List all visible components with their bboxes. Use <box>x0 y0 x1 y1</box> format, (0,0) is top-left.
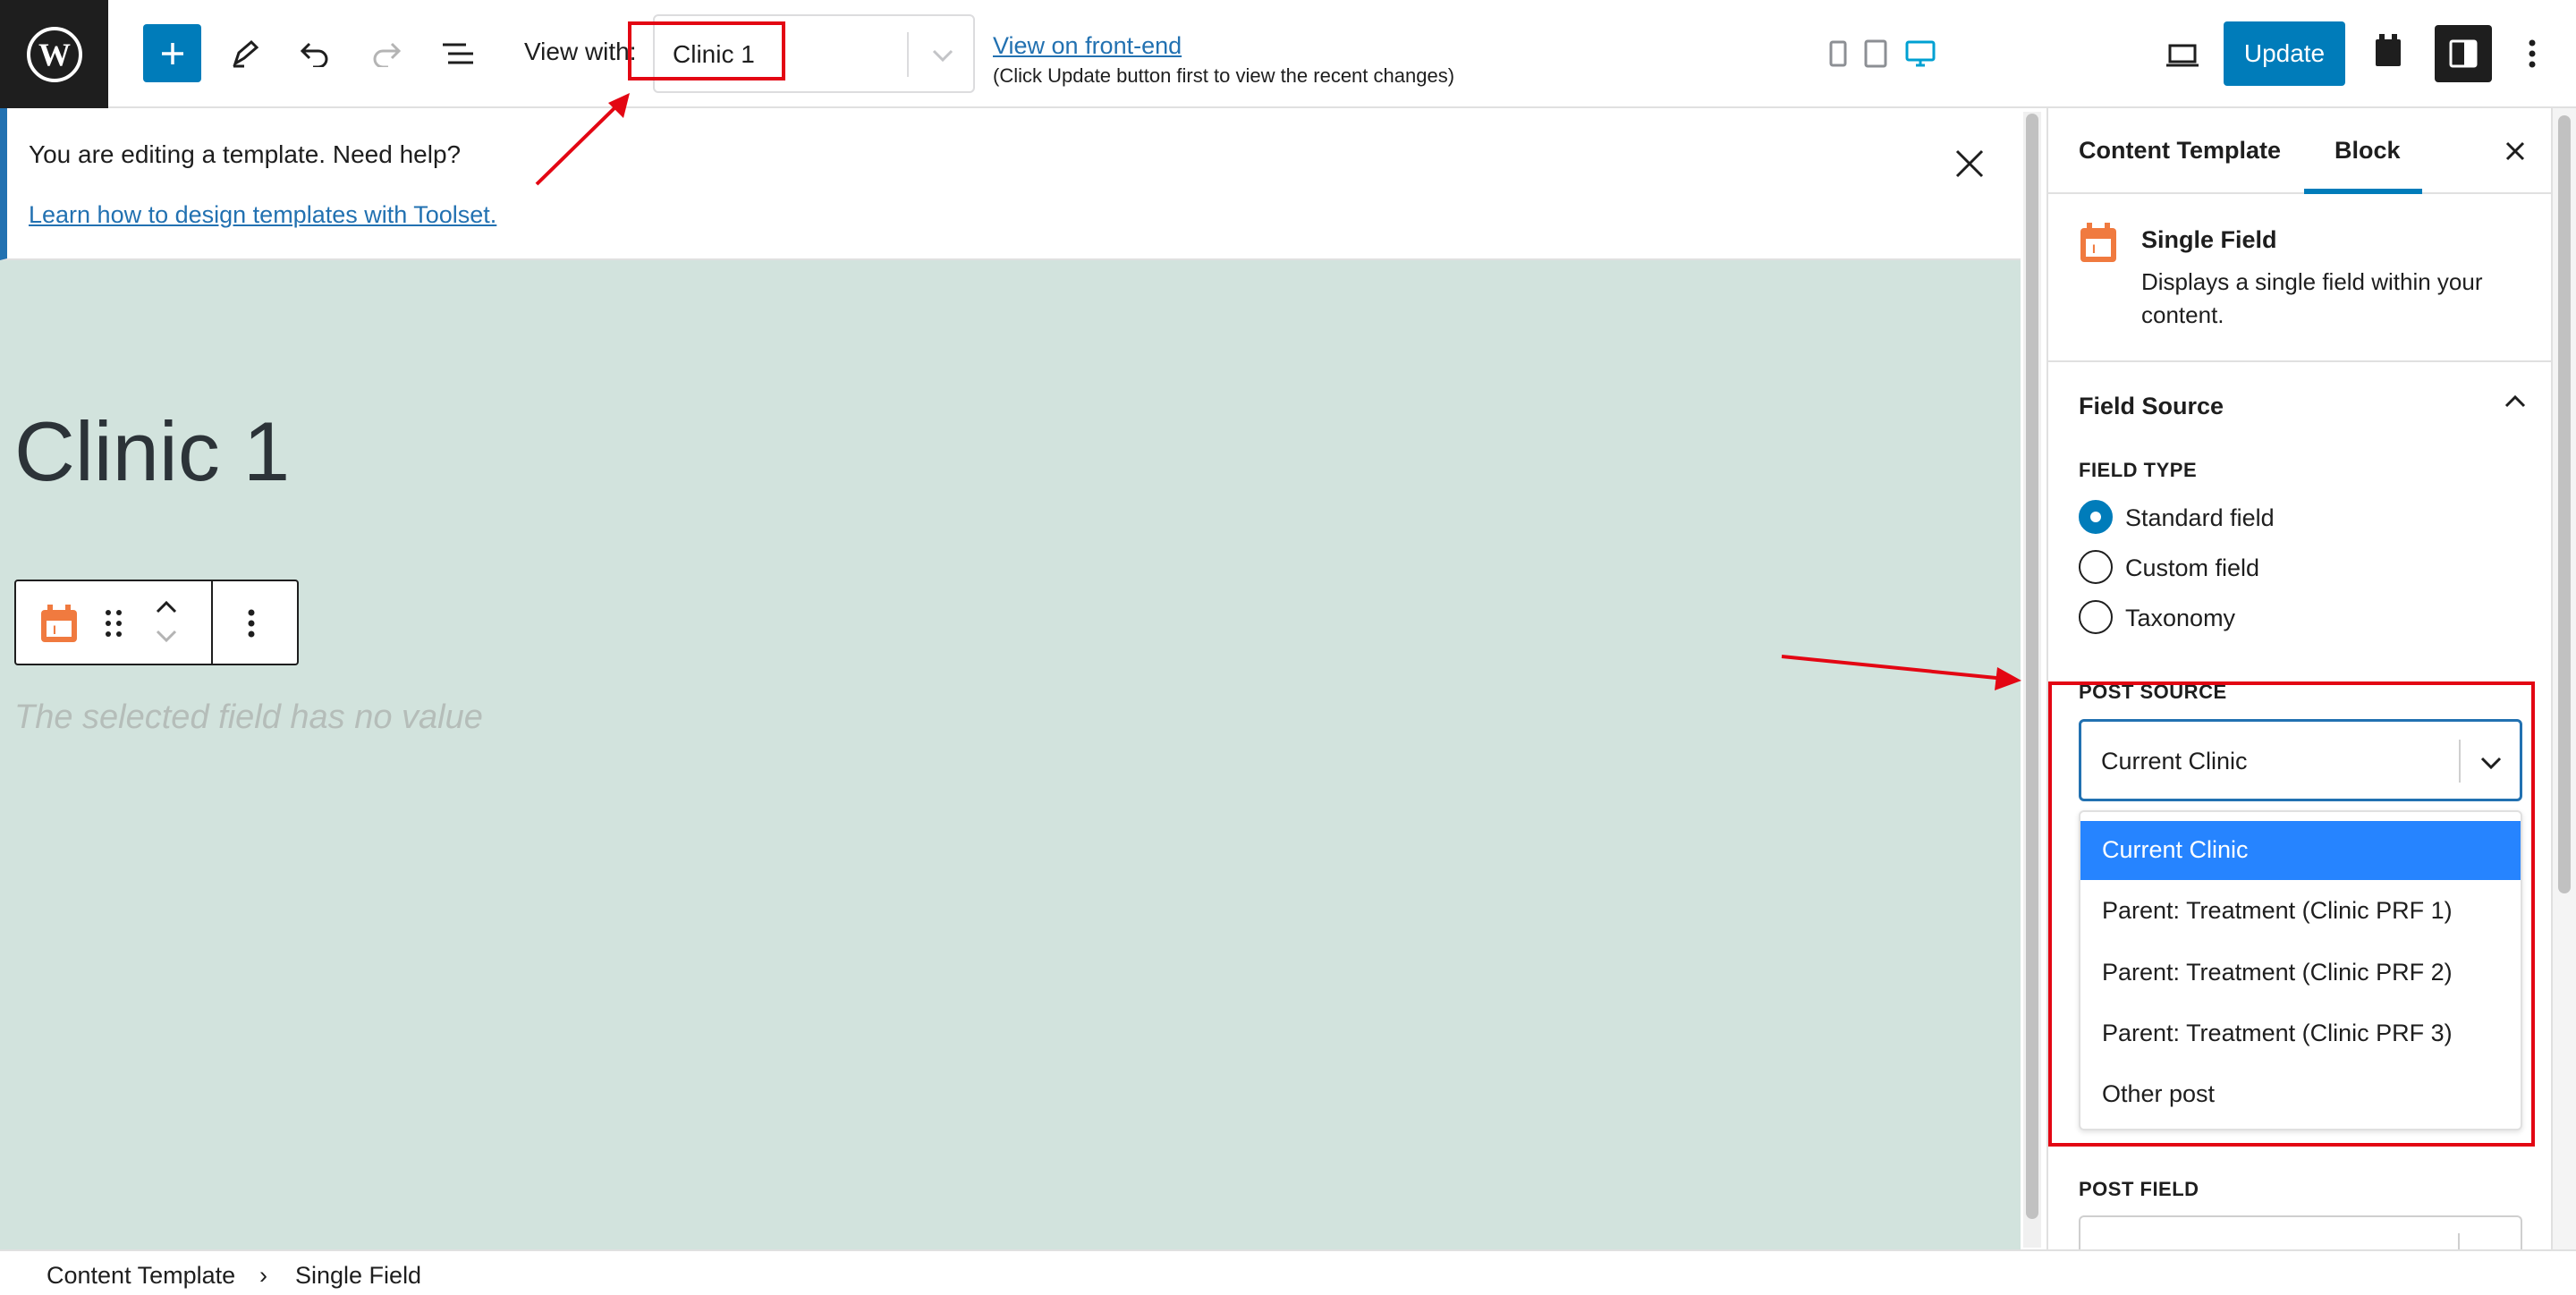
sidebar-icon <box>2449 39 2478 68</box>
redo-button[interactable] <box>367 34 406 73</box>
field-placeholder-text[interactable]: The selected field has no value <box>14 698 483 737</box>
notice-help-link[interactable]: Learn how to design templates with Tools… <box>29 201 496 229</box>
select-separator <box>907 32 909 77</box>
canvas-scrollbar[interactable] <box>2023 112 2041 1248</box>
editor-header: W View with: Clinic 1 View on front-end … <box>0 0 2576 108</box>
editor-canvas[interactable]: Clinic 1 I The selected field has no val… <box>0 260 2021 1249</box>
breadcrumb-item-content-template[interactable]: Content Template <box>47 1262 235 1290</box>
chevron-down-icon[interactable] <box>923 36 962 75</box>
chevron-up-icon[interactable] <box>2499 385 2531 418</box>
radio-taxonomy[interactable] <box>2079 600 2113 634</box>
block-description: Displays a single field within your cont… <box>2141 268 2483 328</box>
breadcrumb-separator: › <box>259 1262 267 1289</box>
move-down-icon[interactable] <box>154 628 179 650</box>
toolset-button[interactable] <box>2368 30 2408 70</box>
tab-content-template[interactable]: Content Template <box>2079 137 2281 165</box>
notice-text: You are editing a template. Need help? <box>29 140 462 168</box>
block-card: I Single Field Displays a single field w… <box>2048 194 2553 362</box>
breadcrumb-item-single-field[interactable]: Single Field <box>295 1262 421 1290</box>
close-icon[interactable] <box>2499 135 2531 167</box>
preview-button[interactable] <box>2163 36 2202 75</box>
annotation-highlight-post-source <box>2048 681 2535 1147</box>
svg-text:I: I <box>53 622 56 637</box>
pencil-icon <box>233 39 259 68</box>
single-field-block-icon[interactable]: I <box>39 603 79 648</box>
desktop-preview-icon[interactable] <box>1905 38 1936 70</box>
undo-button[interactable] <box>295 34 335 73</box>
tools-button[interactable] <box>225 34 265 73</box>
laptop-icon <box>2166 44 2199 67</box>
template-notice: You are editing a template. Need help? L… <box>0 108 2021 260</box>
plus-icon <box>161 42 183 64</box>
options-menu-button[interactable] <box>2517 32 2547 75</box>
annotation-highlight-view-with <box>628 21 785 80</box>
tablet-preview-icon[interactable] <box>1862 38 1889 70</box>
list-view-icon <box>443 43 473 64</box>
radio-standard-field[interactable] <box>2079 500 2113 534</box>
view-frontend-note: (Click Update button first to view the r… <box>993 64 1455 87</box>
tab-block[interactable]: Block <box>2334 137 2401 165</box>
wordpress-logo[interactable]: W <box>0 0 108 108</box>
add-block-button[interactable] <box>143 24 201 82</box>
toolbar-divider <box>211 581 213 664</box>
sidebar-scrollbar[interactable] <box>2551 108 2576 1249</box>
update-button[interactable]: Update <box>2224 21 2345 86</box>
scrollbar-thumb[interactable] <box>2026 114 2038 1219</box>
radio-label-custom-field[interactable]: Custom field <box>2125 554 2259 582</box>
svg-text:W: W <box>38 37 71 72</box>
view-frontend-link[interactable]: View on front-end <box>993 32 1182 60</box>
redo-icon <box>373 42 402 67</box>
block-options-icon[interactable] <box>247 608 256 643</box>
page-title[interactable]: Clinic 1 <box>14 403 290 500</box>
single-field-block-icon: I <box>2079 221 2118 268</box>
post-field-caption: POST FIELD <box>2079 1178 2199 1200</box>
block-title: Single Field <box>2141 226 2277 253</box>
field-source-panel-title[interactable]: Field Source <box>2079 393 2224 420</box>
toolset-icon <box>2376 34 2401 66</box>
mobile-preview-icon[interactable] <box>1825 38 1852 70</box>
radio-label-taxonomy[interactable]: Taxonomy <box>2125 605 2235 632</box>
close-icon[interactable] <box>1950 144 1989 183</box>
radio-label-standard-field[interactable]: Standard field <box>2125 504 2275 532</box>
move-up-icon[interactable] <box>154 597 179 620</box>
wordpress-icon: W <box>26 26 82 82</box>
svg-text:I: I <box>2092 241 2096 256</box>
list-view-button[interactable] <box>438 34 478 73</box>
scrollbar-thumb[interactable] <box>2558 115 2571 893</box>
sidebar-tabs: Content Template Block <box>2048 108 2553 194</box>
settings-sidebar-toggle[interactable] <box>2435 25 2492 82</box>
radio-custom-field[interactable] <box>2079 550 2113 584</box>
more-vertical-icon <box>2529 39 2536 68</box>
breadcrumb: Content Template › Single Field <box>0 1249 2576 1295</box>
view-with-label: View with: <box>524 38 637 65</box>
undo-icon <box>300 42 328 67</box>
field-type-caption: FIELD TYPE <box>2079 459 2198 481</box>
drag-handle-icon[interactable] <box>104 608 123 643</box>
block-toolbar: I <box>14 580 299 665</box>
